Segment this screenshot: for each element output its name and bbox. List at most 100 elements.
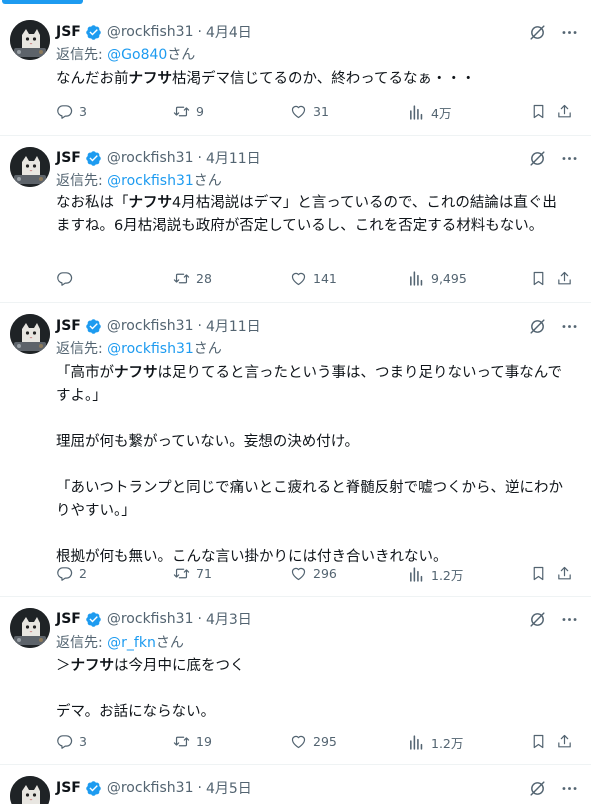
retweet-button[interactable]: 9 — [173, 103, 204, 120]
reply-count: 3 — [79, 104, 87, 119]
tweet-text-segment: 枯渇デマ信じてるのか、終わってるなぁ・・・ — [172, 71, 476, 87]
reply-to-prefix: 返信先: — [56, 635, 108, 651]
display-name[interactable]: JSF — [56, 150, 81, 166]
reply-button[interactable]: 2 — [56, 565, 87, 582]
grok-icon[interactable] — [527, 22, 547, 42]
views-button[interactable]: 4万 — [408, 103, 451, 122]
action-bar: 2 71 296 1.2万 — [56, 565, 577, 585]
highlighted-keyword: ナフサ — [70, 658, 115, 674]
handle[interactable]: @rockfish31 — [107, 150, 194, 166]
handle[interactable]: @rockfish31 — [107, 318, 194, 334]
tweet[interactable]: JSF @rockfish31 · 4月11日 返信先: @rockfish31… — [0, 137, 591, 303]
tweet[interactable]: JSF @rockfish31 · 4月4日 返信先: @Go840さん なんだ… — [0, 8, 591, 136]
share-button[interactable] — [556, 565, 573, 582]
reply-to-line: 返信先: @r_fknさん — [56, 633, 184, 653]
reply-mention-link[interactable]: @Go840 — [107, 47, 167, 63]
views-button[interactable]: 1.2万 — [408, 733, 463, 752]
cat-avatar-icon — [10, 147, 50, 187]
verified-badge-icon — [85, 24, 102, 41]
highlighted-keyword: ナフサ — [128, 195, 173, 211]
more-options-icon[interactable] — [559, 148, 579, 168]
reply-to-suffix: さん — [167, 47, 196, 63]
retweet-count: 19 — [196, 734, 212, 749]
share-button[interactable] — [556, 103, 573, 120]
retweet-button[interactable]: 28 — [173, 270, 212, 287]
tweet-body-paragraph: 「高市がナフサは足りてると言ったという事は、つまり足りないって事なんですよ。」 … — [56, 362, 571, 569]
retweet-button[interactable]: 19 — [173, 733, 212, 750]
bookmark-button[interactable] — [530, 733, 547, 750]
reply-icon — [56, 103, 79, 120]
tweet-body-paragraph: なんだお前ナフサ枯渇デマ信じてるのか、終わってるなぁ・・・ — [56, 68, 571, 91]
reply-button[interactable] — [56, 270, 79, 287]
display-name[interactable]: JSF — [56, 780, 81, 796]
more-options-icon[interactable] — [559, 778, 579, 798]
handle[interactable]: @rockfish31 — [107, 24, 194, 40]
like-button[interactable]: 296 — [290, 565, 337, 582]
like-icon — [290, 733, 313, 750]
like-icon — [290, 270, 313, 287]
share-button[interactable] — [556, 733, 573, 750]
timestamp[interactable]: 4月11日 — [206, 316, 261, 336]
views-button[interactable]: 9,495 — [408, 270, 467, 287]
action-bar: 3 19 295 1.2万 — [56, 733, 577, 753]
like-count: 295 — [313, 734, 337, 749]
bookmark-button[interactable] — [530, 270, 547, 287]
reply-icon — [56, 270, 79, 287]
like-button[interactable]: 31 — [290, 103, 329, 120]
avatar[interactable] — [10, 314, 50, 354]
reply-icon — [56, 565, 79, 582]
tweet-text-segment: 「高市が — [56, 365, 114, 381]
reply-to-suffix: さん — [193, 173, 222, 189]
like-button[interactable]: 141 — [290, 270, 337, 287]
like-button[interactable]: 295 — [290, 733, 337, 750]
retweet-button[interactable]: 71 — [173, 565, 212, 582]
reply-mention-link[interactable]: @rockfish31 — [107, 173, 194, 189]
grok-icon[interactable] — [527, 609, 547, 629]
bookmark-button[interactable] — [530, 103, 547, 120]
reply-count: 2 — [79, 566, 87, 581]
handle[interactable]: @rockfish31 — [107, 611, 194, 627]
avatar[interactable] — [10, 608, 50, 648]
bookmark-button[interactable] — [530, 565, 547, 582]
tweet-text: なんだお前ナフサ枯渇デマ信じてるのか、終わってるなぁ・・・ — [56, 68, 571, 91]
separator-dot: · — [197, 150, 202, 166]
views-icon — [408, 104, 431, 121]
grok-icon[interactable] — [527, 316, 547, 336]
grok-icon[interactable] — [527, 148, 547, 168]
timestamp[interactable]: 4月5日 — [206, 778, 252, 798]
reply-mention-link[interactable]: @r_fkn — [107, 635, 156, 651]
timestamp[interactable]: 4月11日 — [206, 148, 261, 168]
tweet[interactable]: JSF @rockfish31 · 4月3日 返信先: @r_fknさん ＞ナフ… — [0, 598, 591, 765]
like-count: 141 — [313, 271, 337, 286]
reply-icon — [56, 733, 79, 750]
handle[interactable]: @rockfish31 — [107, 780, 194, 796]
avatar[interactable] — [10, 20, 50, 60]
bookmark-icon — [530, 733, 547, 750]
display-name[interactable]: JSF — [56, 318, 81, 334]
bookmark-icon — [530, 270, 547, 287]
timestamp[interactable]: 4月3日 — [206, 609, 252, 629]
avatar[interactable] — [10, 776, 50, 804]
highlighted-keyword: ナフサ — [128, 71, 173, 87]
display-name[interactable]: JSF — [56, 611, 81, 627]
timestamp[interactable]: 4月4日 — [206, 22, 252, 42]
tweet-body-paragraph: なお私は「ナフサ4月枯渇説はデマ」と言っているので、これの結論は直ぐ出ますね。6… — [56, 192, 571, 238]
reply-button[interactable]: 3 — [56, 103, 87, 120]
more-options-icon[interactable] — [559, 609, 579, 629]
more-options-icon[interactable] — [559, 22, 579, 42]
cat-avatar-icon — [10, 608, 50, 648]
share-button[interactable] — [556, 270, 573, 287]
tweet[interactable]: JSF @rockfish31 · 4月5日 — [0, 766, 591, 804]
tweet-header: JSF @rockfish31 · 4月3日 — [56, 609, 579, 629]
views-button[interactable]: 1.2万 — [408, 565, 463, 584]
reply-mention-link[interactable]: @rockfish31 — [107, 341, 194, 357]
tweet-text-segment: なお私は「 — [56, 195, 129, 211]
reply-count: 3 — [79, 734, 87, 749]
more-options-icon[interactable] — [559, 316, 579, 336]
separator-dot: · — [197, 318, 202, 334]
reply-button[interactable]: 3 — [56, 733, 87, 750]
display-name[interactable]: JSF — [56, 24, 81, 40]
avatar[interactable] — [10, 147, 50, 187]
grok-icon[interactable] — [527, 778, 547, 798]
tweet[interactable]: JSF @rockfish31 · 4月11日 返信先: @rockfish31… — [0, 304, 591, 597]
